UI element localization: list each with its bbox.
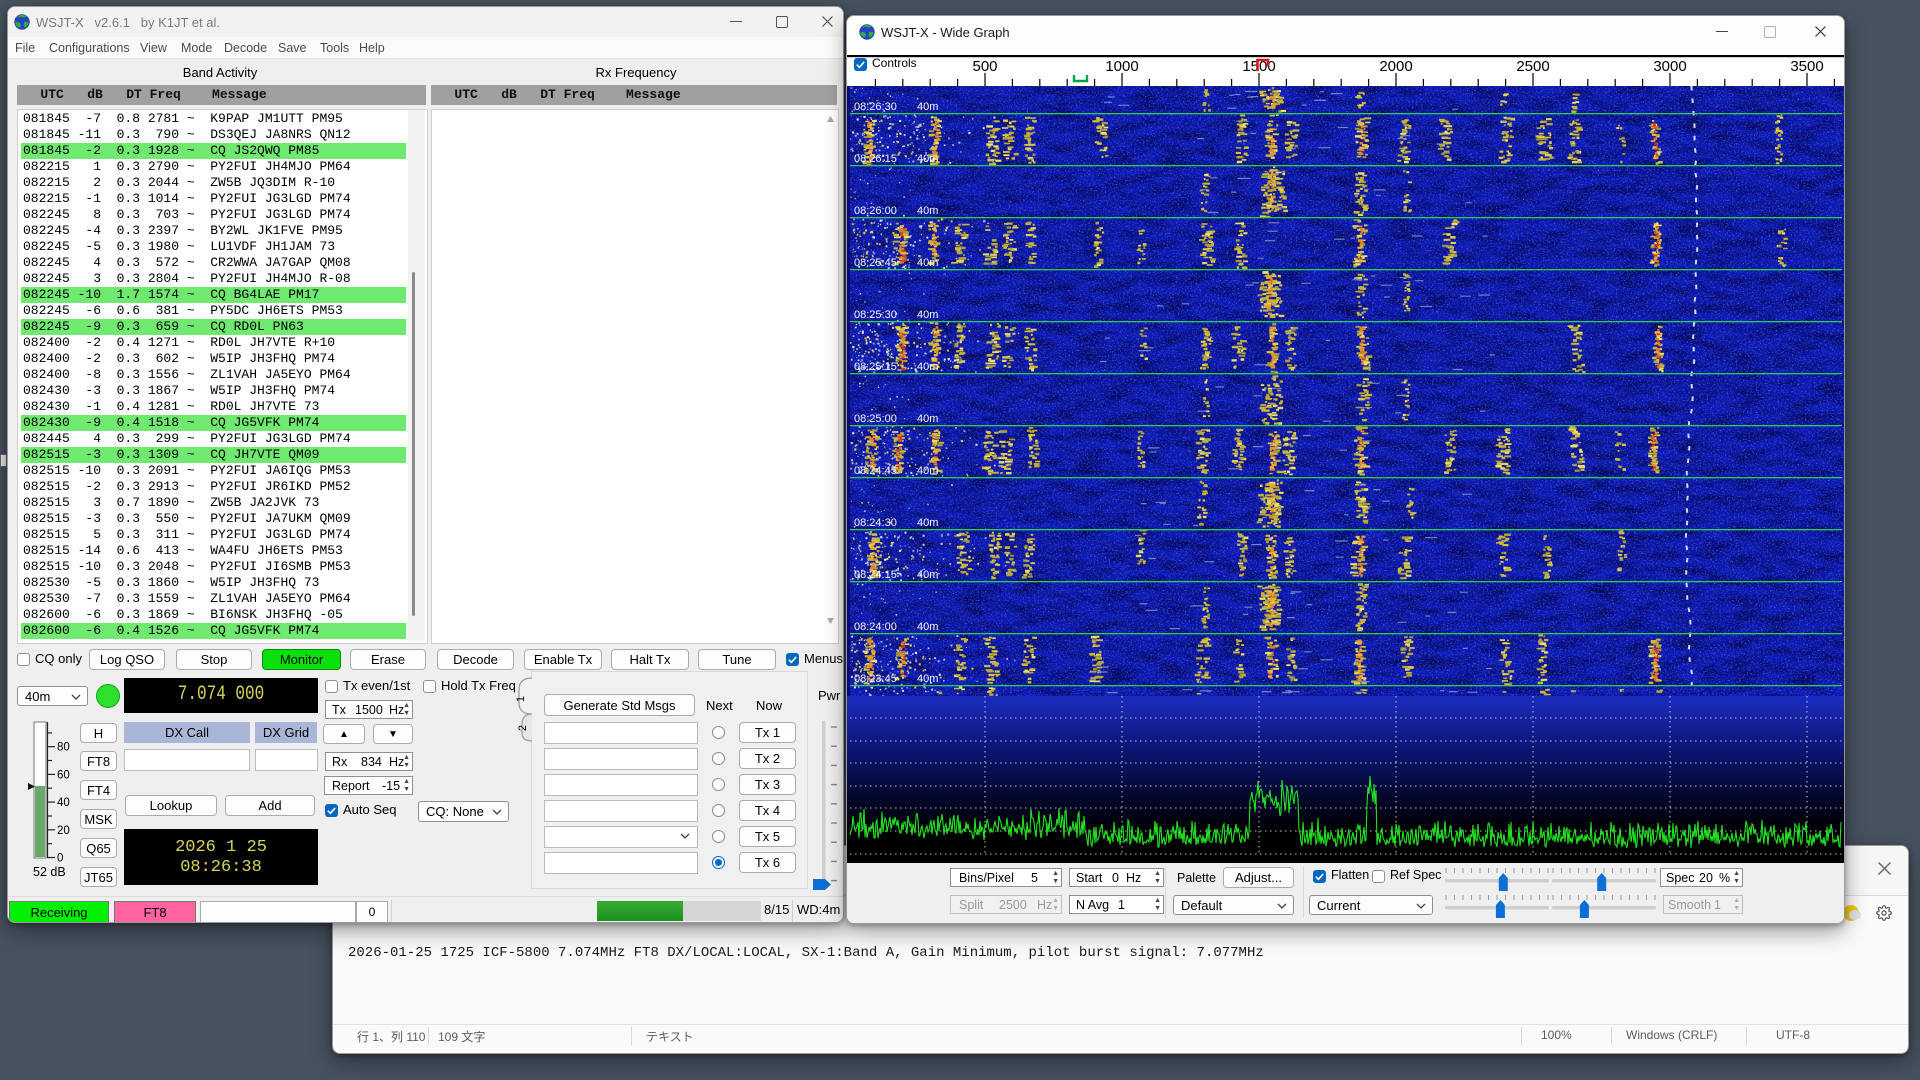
svg-text:08:26:30: 08:26:30	[854, 101, 897, 113]
svg-text:40: 40	[57, 797, 70, 809]
svg-text:40m: 40m	[917, 205, 938, 217]
svg-text:1: 1	[515, 696, 527, 702]
svg-text:08:26:00: 08:26:00	[854, 205, 897, 217]
svg-text:08:25:30: 08:25:30	[854, 309, 897, 321]
svg-text:40m: 40m	[917, 413, 938, 425]
svg-text:08:24:15: 08:24:15	[854, 569, 897, 581]
svg-text:40m: 40m	[917, 257, 938, 269]
svg-text:2000: 2000	[1379, 58, 1412, 75]
svg-text:40m: 40m	[917, 101, 938, 113]
svg-text:08:26:15: 08:26:15	[854, 153, 897, 165]
svg-text:08:24:00: 08:24:00	[854, 621, 897, 633]
svg-text:52 dB: 52 dB	[33, 865, 66, 879]
svg-text:08:25:00: 08:25:00	[854, 413, 897, 425]
svg-text:08:24:45: 08:24:45	[854, 465, 897, 477]
svg-text:2500: 2500	[1516, 58, 1549, 75]
svg-text:20: 20	[57, 825, 70, 837]
svg-text:08:23:45: 08:23:45	[854, 673, 897, 685]
svg-text:40m: 40m	[917, 673, 938, 685]
svg-text:500: 500	[972, 58, 997, 75]
svg-text:2: 2	[517, 725, 529, 731]
svg-text:80: 80	[57, 742, 70, 754]
svg-text:1000: 1000	[1105, 58, 1138, 75]
svg-text:08:24:30: 08:24:30	[854, 517, 897, 529]
svg-text:40m: 40m	[917, 569, 938, 581]
svg-text:40m: 40m	[917, 465, 938, 477]
svg-text:40m: 40m	[917, 309, 938, 321]
svg-text:3500: 3500	[1790, 58, 1823, 75]
svg-text:40m: 40m	[917, 361, 938, 373]
svg-text:40m: 40m	[917, 517, 938, 529]
svg-text:0: 0	[57, 853, 63, 865]
svg-text:60: 60	[57, 769, 70, 781]
svg-text:08:25:15: 08:25:15	[854, 361, 897, 373]
svg-text:40m: 40m	[917, 153, 938, 165]
svg-text:08:25:45: 08:25:45	[854, 257, 897, 269]
svg-text:40m: 40m	[917, 621, 938, 633]
svg-text:3000: 3000	[1653, 58, 1686, 75]
